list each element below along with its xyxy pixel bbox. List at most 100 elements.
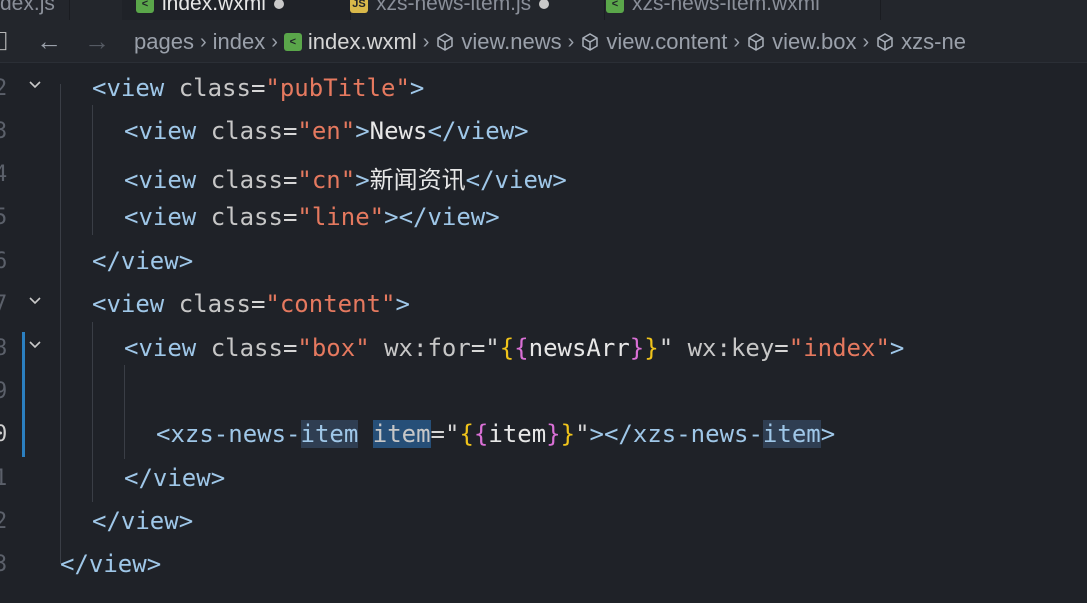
end-tag: </view>: [92, 247, 194, 275]
attr-value: "content": [265, 290, 396, 318]
tag-name: xzs-news-: [170, 420, 301, 448]
tag-open: <: [92, 74, 107, 102]
split-editor-icon[interactable]: ⌷: [0, 26, 10, 58]
breadcrumb-item-view-box[interactable]: view.box: [772, 29, 856, 55]
tab-index-js[interactable]: dex.js: [0, 0, 70, 20]
equals: =: [282, 166, 298, 194]
end-tag: </view>: [427, 117, 529, 145]
end-tag: </view>: [92, 507, 194, 535]
tag-close: >: [820, 420, 836, 448]
breadcrumb-item-xzs-news-item[interactable]: xzs-ne: [901, 29, 966, 55]
chevron-down-icon[interactable]: [28, 294, 42, 308]
tab-xzs-news-item-js[interactable]: JS xzs-news-item.js: [336, 0, 605, 20]
code-line[interactable]: 2 <view class="pubTitle">: [0, 68, 1087, 111]
tag-close: >: [355, 166, 370, 194]
tab-xzs-news-item-wxml[interactable]: < xzs-news-item.wxml: [592, 0, 881, 20]
code-line-current[interactable]: 0 <xzs-news-item item="{{item}}"></xzs-n…: [0, 414, 1087, 457]
tag-name: view: [138, 203, 197, 231]
end-tag: </view>: [60, 550, 162, 578]
code-line[interactable]: 9: [0, 371, 1087, 414]
end-tag: </view>: [124, 464, 226, 492]
chevron-down-icon[interactable]: [28, 338, 42, 352]
chevron-down-icon[interactable]: [28, 78, 42, 92]
breadcrumb: ⌷ ← → pages › index › < index.wxml › vie…: [0, 20, 1087, 63]
chevron-right-icon: ›: [567, 30, 575, 53]
tag-name: view: [138, 334, 197, 362]
code-line[interactable]: 5 <view class="line"></view>: [0, 197, 1087, 240]
code-line[interactable]: 1 </view>: [0, 458, 1087, 501]
code-line[interactable]: 3 </view>: [0, 544, 1087, 587]
end-tag: </xzs-news-: [603, 420, 763, 448]
attr-name-selected: item: [372, 420, 431, 448]
back-arrow-icon[interactable]: ←: [36, 26, 62, 57]
tag-close: >: [889, 334, 905, 362]
tag-open: <: [92, 290, 107, 318]
attr-name: class: [210, 203, 283, 231]
wxml-file-icon: <: [136, 0, 154, 13]
cube-icon: [748, 33, 764, 51]
breadcrumb-item-view-content[interactable]: view.content: [606, 29, 727, 55]
tag-close: >: [409, 74, 425, 102]
line-number: 2: [0, 509, 8, 534]
line-number: 3: [0, 119, 8, 144]
tag-name-highlight: item: [300, 420, 359, 448]
binding-expression: newsArr: [528, 334, 630, 362]
text-content: News: [369, 117, 428, 145]
tab-index-wxml[interactable]: < index.wxml: [122, 0, 351, 20]
attr-value: "box": [297, 334, 370, 362]
tag-name: view: [106, 74, 165, 102]
chevron-right-icon: ›: [199, 30, 207, 53]
tab-label: index.wxml: [162, 0, 266, 15]
tag-open: <: [124, 117, 139, 145]
tag-close: >: [355, 117, 370, 145]
text-content: 新闻资讯: [369, 166, 466, 194]
code-editor[interactable]: 2 <view class="pubTitle"> 3 <view class=…: [0, 62, 1087, 603]
line-number: 9: [0, 379, 8, 404]
line-number: 0: [0, 422, 8, 447]
tag-open: <: [124, 203, 139, 231]
attr-name: class: [210, 334, 283, 362]
line-number: 6: [0, 249, 8, 274]
breadcrumb-item-index[interactable]: index: [213, 29, 266, 55]
tag-name: view: [138, 166, 197, 194]
tag-close: >: [395, 290, 410, 318]
code-line[interactable]: 8 <view class="box" wx:for="{{newsArr}}"…: [0, 328, 1087, 371]
tab-label: xzs-news-item.wxml: [632, 0, 820, 15]
code-line[interactable]: 6 </view>: [0, 241, 1087, 284]
code-line[interactable]: 2 </view>: [0, 501, 1087, 544]
equals: =: [282, 203, 298, 231]
code-line[interactable]: 4 <view class="cn">新闻资讯</view>: [0, 154, 1087, 197]
attr-value: "en": [297, 117, 356, 145]
attr-name: wx:key: [687, 334, 775, 362]
tag-open: <: [124, 166, 139, 194]
attr-name: class: [178, 290, 251, 318]
breadcrumb-item-file[interactable]: index.wxml: [308, 29, 417, 55]
attr-value: "pubTitle": [265, 74, 410, 102]
attr-value: "line": [297, 203, 385, 231]
line-number: 3: [0, 552, 8, 577]
tag-open: <: [156, 420, 171, 448]
equals: =: [282, 334, 298, 362]
line-number: 1: [0, 466, 8, 491]
unsaved-dot-icon[interactable]: [273, 0, 284, 9]
forward-arrow-icon[interactable]: →: [84, 26, 110, 57]
chevron-right-icon: ›: [271, 30, 278, 53]
code-line[interactable]: 7 <view class="content">: [0, 284, 1087, 327]
chevron-right-icon: ›: [862, 30, 870, 53]
line-number: 2: [0, 76, 8, 101]
unsaved-dot-icon[interactable]: [539, 0, 550, 9]
attr-name: wx:for: [384, 334, 471, 362]
equals: =: [282, 117, 298, 145]
code-line[interactable]: 3 <view class="en">News</view>: [0, 111, 1087, 154]
attr-name: class: [178, 74, 251, 102]
breadcrumb-item-pages[interactable]: pages: [134, 29, 194, 55]
tag-close: >: [384, 203, 399, 231]
line-number: 4: [0, 162, 8, 187]
cube-icon: [582, 33, 599, 51]
attr-name: class: [210, 117, 283, 145]
attr-value: "index": [788, 334, 890, 362]
chevron-right-icon: ›: [733, 30, 741, 53]
editor-tab-bar: dex.js < index.wxml JS xzs-news-item.js …: [0, 0, 1087, 20]
equals: =: [250, 74, 266, 102]
breadcrumb-item-view-news[interactable]: view.news: [461, 29, 561, 55]
